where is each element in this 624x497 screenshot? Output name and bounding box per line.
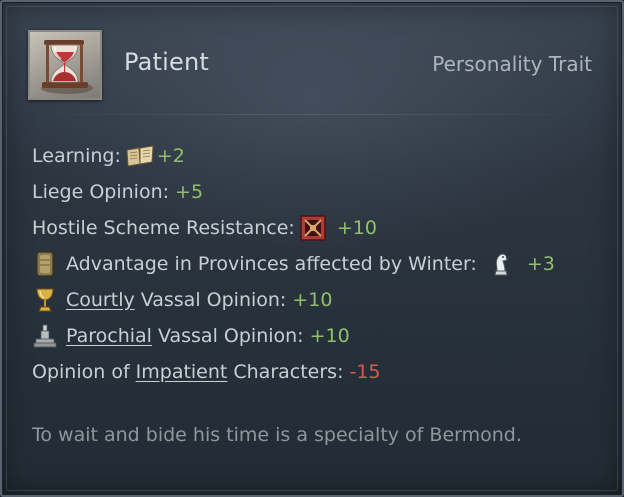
- effect-value: +3: [526, 253, 555, 275]
- effect-label: Advantage in Provinces affected by Winte…: [66, 253, 477, 275]
- trait-tooltip: Patient Personality Trait Learning: +2 L…: [0, 0, 624, 497]
- effect-row-impatient-opinion: Opinion of Impatient Characters: -15: [32, 354, 612, 390]
- effect-value: +2: [156, 145, 185, 167]
- effect-value: +10: [292, 289, 333, 311]
- effect-label: Vassal Opinion:: [140, 289, 287, 311]
- effect-label: Characters:: [233, 361, 344, 383]
- tooltip-header: Patient Personality Trait: [28, 30, 600, 102]
- effect-row-courtly-opinion: Courtly Vassal Opinion: +10: [32, 282, 612, 318]
- effect-row-learning: Learning: +2: [32, 138, 612, 174]
- book-icon: [125, 142, 154, 170]
- courtly-link[interactable]: Courtly: [66, 285, 135, 315]
- parochial-link[interactable]: Parochial: [66, 321, 152, 351]
- effect-value: -15: [349, 361, 381, 383]
- effect-row-liege-opinion: Liege Opinion: +5: [32, 174, 612, 210]
- effect-label: Hostile Scheme Resistance:: [32, 217, 295, 239]
- effect-label: Liege Opinion:: [32, 181, 170, 203]
- impatient-link[interactable]: Impatient: [136, 357, 228, 387]
- monument-icon: [32, 322, 58, 350]
- effects-list: Learning: +2 Liege Opinion: +5 Hostile S…: [32, 138, 612, 390]
- effect-row-scheme-resistance: Hostile Scheme Resistance: +10: [32, 210, 612, 246]
- goblet-icon: [32, 286, 58, 314]
- effect-label: Vassal Opinion:: [157, 325, 304, 347]
- effect-value: +10: [336, 217, 377, 239]
- effect-value: +5: [175, 181, 204, 203]
- knight-piece-icon: [489, 250, 517, 278]
- trait-name: Patient: [124, 48, 209, 76]
- winter-banner-icon: [32, 250, 58, 278]
- effect-row-winter-advantage: Advantage in Provinces affected by Winte…: [32, 246, 612, 282]
- effect-value: +10: [309, 325, 350, 347]
- effect-label: Learning:: [32, 145, 121, 167]
- header-divider: [22, 114, 602, 115]
- effect-prefix: Opinion of: [32, 361, 130, 383]
- scheme-resistance-icon: [299, 214, 327, 242]
- effect-row-parochial-opinion: Parochial Vassal Opinion: +10: [32, 318, 612, 354]
- trait-type: Personality Trait: [432, 52, 592, 76]
- flavor-text: To wait and bide his time is a specialty…: [32, 424, 522, 446]
- hourglass-icon: [28, 30, 102, 100]
